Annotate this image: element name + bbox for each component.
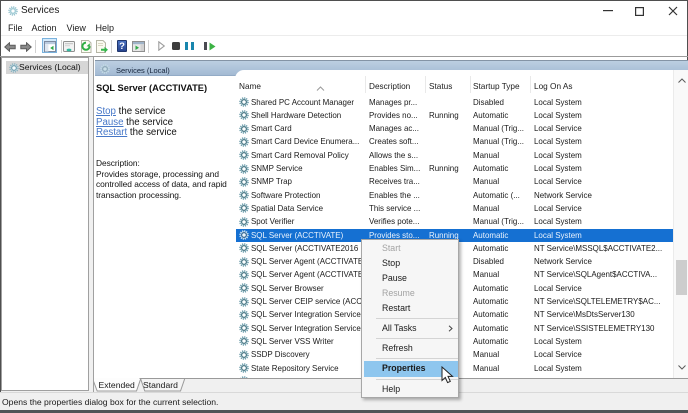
- svg-text:Standard: Standard: [143, 380, 178, 390]
- svg-text:Extended: Extended: [99, 380, 136, 390]
